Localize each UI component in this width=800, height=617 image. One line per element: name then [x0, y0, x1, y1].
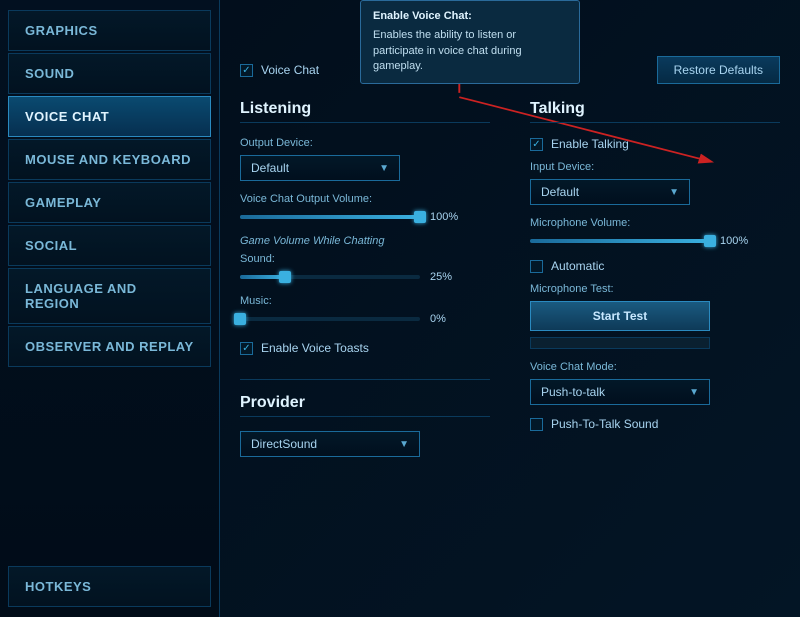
voice-chat-label: Voice Chat [261, 63, 319, 77]
sidebar-item-sound[interactable]: Sound [8, 53, 211, 94]
mic-test-progress-bar [530, 337, 710, 349]
sound-label: Sound: [240, 253, 490, 265]
sidebar-item-graphics[interactable]: Graphics [8, 10, 211, 51]
mic-volume-value: 100% [720, 235, 755, 247]
enable-talking-checkbox[interactable] [530, 138, 543, 151]
voice-chat-mode-dropdown[interactable]: Push-to-talk ▼ [530, 379, 710, 405]
content-columns: Listening Output Device: Default ▼ Voice… [240, 100, 780, 469]
tooltip-title: Enable Voice Chat: [373, 9, 567, 24]
voice-chat-mode-label: Voice Chat Mode: [530, 361, 780, 373]
music-slider-thumb[interactable] [234, 313, 246, 325]
provider-dropdown[interactable]: DirectSound ▼ [240, 431, 420, 457]
provider-value: DirectSound [251, 437, 317, 451]
volume-slider-thumb[interactable] [414, 211, 426, 223]
mic-volume-slider-fill [530, 239, 710, 243]
output-device-arrow-icon: ▼ [379, 163, 389, 174]
input-device-value: Default [541, 185, 579, 199]
talking-title: Talking [530, 100, 780, 123]
restore-defaults-button[interactable]: Restore Defaults [657, 56, 780, 84]
tooltip: Enable Voice Chat: Enables the ability t… [360, 0, 580, 84]
enable-talking-label: Enable Talking [551, 137, 629, 151]
volume-slider-row: 100% [240, 211, 490, 223]
voice-chat-mode-value: Push-to-talk [541, 385, 605, 399]
sidebar-item-observer-replay[interactable]: Observer and Replay [8, 326, 211, 367]
mic-volume-slider-thumb[interactable] [704, 235, 716, 247]
push-to-talk-sound-label: Push-To-Talk Sound [551, 417, 658, 431]
mic-test-label: Microphone Test: [530, 283, 780, 295]
music-label: Music: [240, 295, 490, 307]
provider-title: Provider [240, 394, 490, 417]
volume-value: 100% [430, 211, 465, 223]
listening-column: Listening Output Device: Default ▼ Voice… [240, 100, 490, 469]
music-value: 0% [430, 313, 465, 325]
enable-toasts-label: Enable Voice Toasts [261, 341, 369, 355]
music-slider-track[interactable] [240, 317, 420, 321]
output-device-dropdown[interactable]: Default ▼ [240, 155, 400, 181]
voice-chat-mode-arrow-icon: ▼ [689, 387, 699, 398]
sound-slider-thumb[interactable] [279, 271, 291, 283]
sound-slider-row: 25% [240, 271, 490, 283]
voice-chat-enable-row: Voice Chat [240, 63, 319, 77]
game-volume-section: Game Volume While Chatting Sound: 25% Mu… [240, 235, 490, 325]
sidebar: GraphicsSoundVoice ChatMouse and Keyboar… [0, 0, 220, 617]
sidebar-item-hotkeys[interactable]: Hotkeys [8, 566, 211, 607]
mic-volume-label: Microphone Volume: [530, 217, 780, 229]
sidebar-item-language-region[interactable]: Language and Region [8, 268, 211, 324]
mic-volume-slider-row: 100% [530, 235, 780, 247]
sound-slider-track[interactable] [240, 275, 420, 279]
provider-section: Provider DirectSound ▼ [240, 379, 490, 457]
listening-title: Listening [240, 100, 490, 123]
provider-arrow-icon: ▼ [399, 439, 409, 450]
tooltip-body: Enables the ability to listen or partici… [373, 28, 567, 74]
automatic-checkbox[interactable] [530, 260, 543, 273]
volume-slider-fill [240, 215, 420, 219]
output-device-value: Default [251, 161, 289, 175]
sidebar-item-social[interactable]: Social [8, 225, 211, 266]
enable-toasts-checkbox[interactable] [240, 342, 253, 355]
game-volume-title: Game Volume While Chatting [240, 235, 490, 247]
voice-chat-checkbox[interactable] [240, 64, 253, 77]
automatic-label: Automatic [551, 259, 604, 273]
enable-toasts-row: Enable Voice Toasts [240, 341, 490, 355]
talking-column: Talking Enable Talking Input Device: Def… [530, 100, 780, 469]
mic-volume-slider-track[interactable] [530, 239, 710, 243]
sound-value: 25% [430, 271, 465, 283]
input-device-label: Input Device: [530, 161, 780, 173]
start-test-button[interactable]: Start Test [530, 301, 710, 331]
sidebar-item-mouse-keyboard[interactable]: Mouse and Keyboard [8, 139, 211, 180]
input-device-dropdown[interactable]: Default ▼ [530, 179, 690, 205]
push-to-talk-sound-row: Push-To-Talk Sound [530, 417, 780, 431]
output-device-label: Output Device: [240, 137, 490, 149]
sidebar-item-voice-chat[interactable]: Voice Chat [8, 96, 211, 137]
volume-slider-track[interactable] [240, 215, 420, 219]
sidebar-item-gameplay[interactable]: Gameplay [8, 182, 211, 223]
enable-talking-row: Enable Talking [530, 137, 780, 151]
automatic-row: Automatic [530, 259, 780, 273]
input-device-arrow-icon: ▼ [669, 187, 679, 198]
push-to-talk-sound-checkbox[interactable] [530, 418, 543, 431]
main-content: Enable Voice Chat: Enables the ability t… [220, 0, 800, 617]
music-slider-row: 0% [240, 313, 490, 325]
volume-label: Voice Chat Output Volume: [240, 193, 490, 205]
